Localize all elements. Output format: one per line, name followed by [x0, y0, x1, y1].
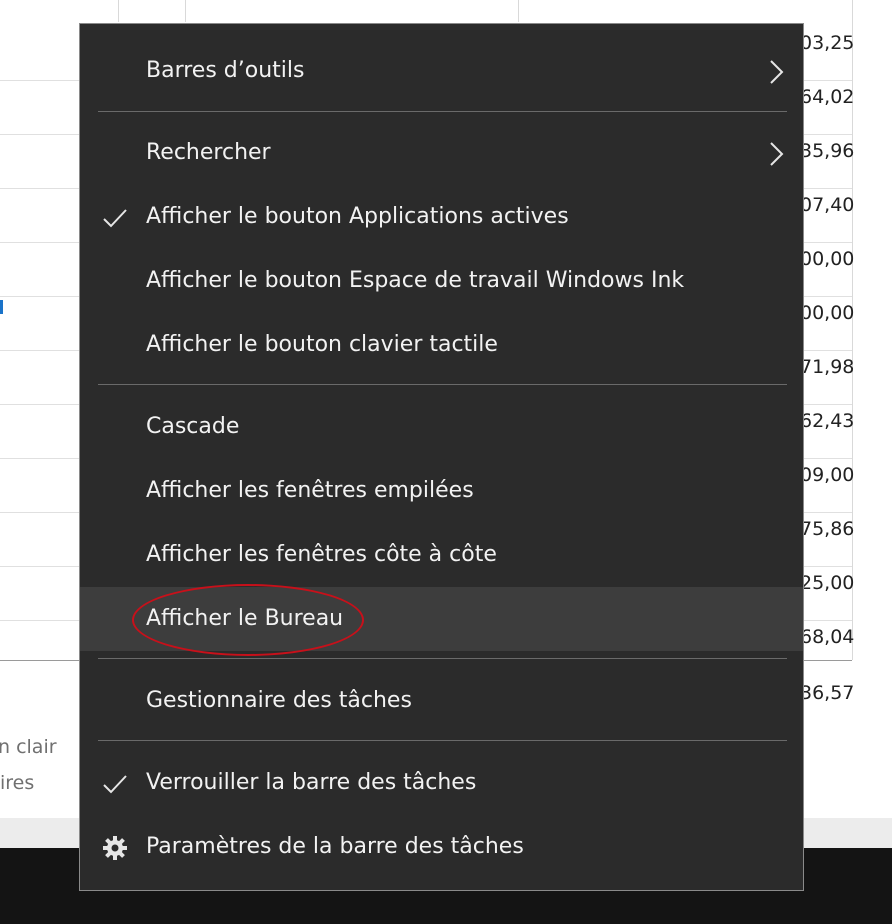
cell-value: 68,04	[800, 626, 855, 648]
menu-item-show-desktop[interactable]: Afficher le Bureau	[80, 587, 803, 651]
menu-item-show-side-by-side[interactable]: Afficher les fenêtres côte à côte	[80, 523, 803, 587]
cell-value: 25,00	[800, 572, 855, 594]
menu-item-label: Afficher le bouton Applications actives	[146, 204, 569, 229]
menu-item-show-stacked[interactable]: Afficher les fenêtres empilées	[80, 459, 803, 523]
cell-total-value: 36,57	[800, 682, 855, 704]
checkmark-icon	[103, 775, 127, 794]
menu-item-show-task-view-button[interactable]: Afficher le bouton Applications actives	[80, 185, 803, 249]
menu-item-label: Paramètres de la barre des tâches	[146, 834, 524, 859]
taskbar-context-menu: Barres d’outils Rechercher Afficher le b…	[79, 23, 804, 891]
menu-separator	[98, 658, 787, 659]
grid-column-line	[518, 0, 519, 22]
partial-text: ires	[0, 772, 35, 794]
menu-item-label: Cascade	[146, 414, 240, 439]
cell-value: 07,40	[800, 194, 855, 216]
menu-item-taskbar-settings[interactable]: Paramètres de la barre des tâches	[80, 815, 803, 879]
menu-separator	[98, 111, 787, 112]
cell-value: 62,43	[800, 410, 855, 432]
menu-item-search[interactable]: Rechercher	[80, 121, 803, 185]
chevron-right-icon	[770, 142, 784, 166]
checkmark-icon	[103, 209, 127, 228]
cell-value: 00,00	[800, 248, 855, 270]
grid-column-line	[118, 0, 119, 22]
menu-item-label: Afficher les fenêtres empilées	[146, 478, 474, 503]
menu-item-cascade[interactable]: Cascade	[80, 395, 803, 459]
menu-separator	[98, 384, 787, 385]
menu-item-task-manager[interactable]: Gestionnaire des tâches	[80, 669, 803, 733]
partial-text: n clair	[0, 736, 57, 758]
menu-item-show-touch-keyboard-button[interactable]: Afficher le bouton clavier tactile	[80, 313, 803, 377]
menu-item-toolbars[interactable]: Barres d’outils	[80, 39, 803, 103]
cell-value: 35,96	[800, 140, 855, 162]
cell-value: 64,02	[800, 86, 855, 108]
cell-value: 71,98	[800, 356, 855, 378]
menu-item-label: Barres d’outils	[146, 58, 305, 83]
link-fragment	[0, 300, 3, 314]
menu-item-label: Afficher le bouton Espace de travail Win…	[146, 268, 685, 293]
grid-column-line	[185, 0, 186, 22]
menu-item-label: Gestionnaire des tâches	[146, 688, 412, 713]
menu-item-label: Afficher les fenêtres côte à côte	[146, 542, 497, 567]
menu-item-lock-taskbar[interactable]: Verrouiller la barre des tâches	[80, 751, 803, 815]
menu-item-show-windows-ink-button[interactable]: Afficher le bouton Espace de travail Win…	[80, 249, 803, 313]
gear-icon	[103, 836, 127, 860]
menu-separator	[98, 740, 787, 741]
cell-value: 03,25	[800, 32, 855, 54]
cell-value: 75,86	[800, 518, 855, 540]
menu-item-label: Afficher le bouton clavier tactile	[146, 332, 498, 357]
menu-item-label: Verrouiller la barre des tâches	[146, 770, 477, 795]
cell-value: 00,00	[800, 302, 855, 324]
chevron-right-icon	[770, 60, 784, 84]
cell-value: 09,00	[800, 464, 855, 486]
menu-item-label: Afficher le Bureau	[146, 606, 344, 631]
menu-item-label: Rechercher	[146, 140, 271, 165]
